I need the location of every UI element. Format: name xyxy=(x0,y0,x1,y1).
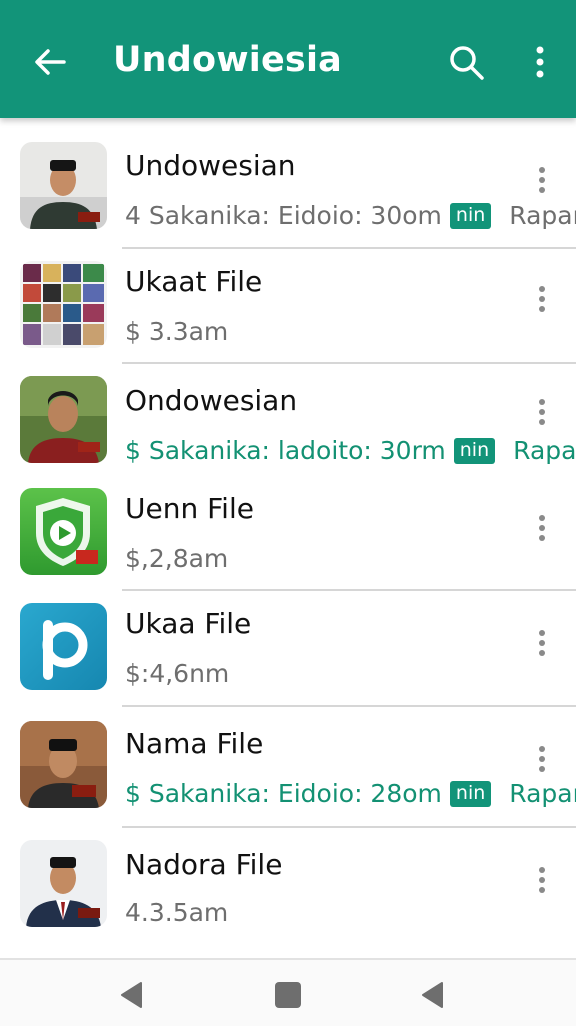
list-item[interactable]: Ondowesian $ Sakanika: ladoito: 30rm nin… xyxy=(0,364,576,476)
search-icon[interactable] xyxy=(446,42,486,82)
item-suffix: Rapar xyxy=(509,779,576,808)
app-bar: Undowiesia xyxy=(0,0,576,118)
status-badge: nin xyxy=(449,202,492,229)
list-item[interactable]: Ukaa File $:4,6nm xyxy=(0,591,576,707)
more-vert-icon[interactable] xyxy=(532,862,552,898)
nav-home-icon[interactable] xyxy=(273,980,303,1010)
item-meta-text: 4.3.5am xyxy=(125,898,229,927)
more-vert-icon[interactable] xyxy=(528,42,552,82)
portrait-thumbnail xyxy=(20,142,107,229)
item-meta: $ Sakanika: ladoito: 30rm nin Rapar xyxy=(125,436,576,465)
more-vert-icon[interactable] xyxy=(532,394,552,430)
item-meta: $:4,6nm xyxy=(125,659,229,688)
green-shield-app-icon xyxy=(20,488,107,575)
portrait-thumbnail xyxy=(20,721,107,808)
item-name: Uenn File xyxy=(125,492,254,525)
list-item[interactable]: Uenn File $,2,8am xyxy=(0,476,576,591)
system-nav-bar xyxy=(0,958,576,1026)
list-item[interactable]: Ukaat File $ 3.3am xyxy=(0,249,576,364)
item-meta: $,2,8am xyxy=(125,544,228,573)
item-name: Nama File xyxy=(125,727,264,760)
item-meta: $ 3.3am xyxy=(125,317,228,346)
item-meta: 4 Sakanika: Eidoio: 30om nin Rapar xyxy=(125,201,576,230)
nav-recents-icon[interactable] xyxy=(418,980,448,1010)
list-item[interactable]: Nadora File 4.3.5am xyxy=(0,828,576,948)
more-vert-icon[interactable] xyxy=(532,625,552,661)
item-meta-text: $ 3.3am xyxy=(125,317,229,346)
nav-back-icon[interactable] xyxy=(117,980,147,1010)
item-meta: 4.3.5am xyxy=(125,898,228,927)
item-suffix: Rapar xyxy=(513,436,576,465)
item-meta-text: $,2,8am xyxy=(125,544,229,573)
blue-p-app-icon xyxy=(20,603,107,690)
item-meta-text: 4 Sakanika: Eidoio: 30om xyxy=(125,201,442,230)
item-meta-text: $ Sakanika: ladoito: 30rm xyxy=(125,436,446,465)
portrait-thumbnail xyxy=(20,840,107,927)
item-name: Ondowesian xyxy=(125,384,298,417)
more-vert-icon[interactable] xyxy=(532,281,552,317)
page-title: Undowiesia xyxy=(113,40,342,80)
item-meta: $ Sakanika: Eidoio: 28om nin Rapar xyxy=(125,779,576,808)
item-meta-text: $:4,6nm xyxy=(125,659,230,688)
collage-thumbnail xyxy=(20,261,107,348)
item-name: Ukaat File xyxy=(125,265,263,298)
more-vert-icon[interactable] xyxy=(532,510,552,546)
more-vert-icon[interactable] xyxy=(532,162,552,198)
item-name: Undowesian xyxy=(125,149,296,182)
item-suffix: Rapar xyxy=(509,201,576,230)
item-name: Ukaa File xyxy=(125,607,252,640)
more-vert-icon[interactable] xyxy=(532,741,552,777)
item-meta-text: $ Sakanika: Eidoio: 28om xyxy=(125,779,442,808)
arrow-back-icon[interactable] xyxy=(30,42,70,82)
list-item[interactable]: Nama File $ Sakanika: Eidoio: 28om nin R… xyxy=(0,707,576,828)
status-badge: nin xyxy=(453,437,496,464)
list-item[interactable]: Undowesian 4 Sakanika: Eidoio: 30om nin … xyxy=(0,118,576,249)
status-badge: nin xyxy=(449,780,492,807)
item-name: Nadora File xyxy=(125,848,283,881)
portrait-thumbnail xyxy=(20,376,107,463)
